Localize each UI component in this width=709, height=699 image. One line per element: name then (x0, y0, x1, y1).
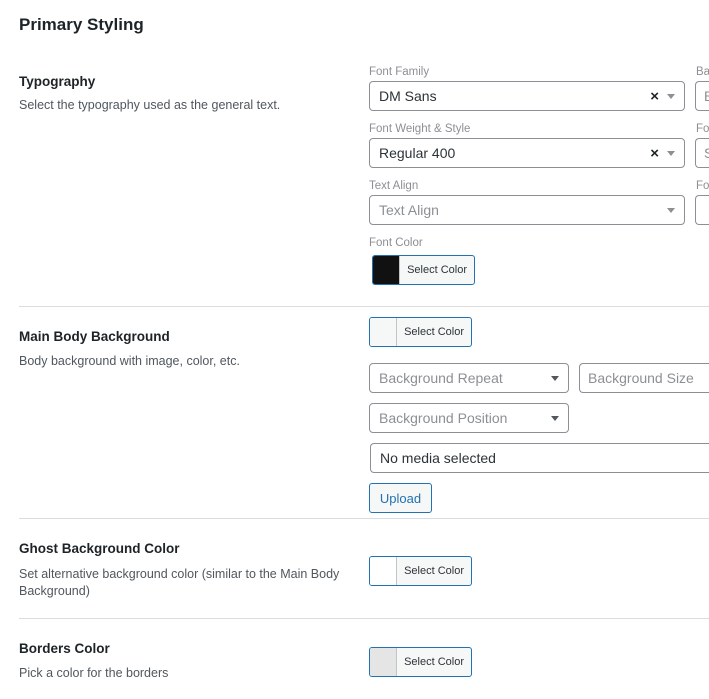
main-body-background-title: Main Body Background (19, 329, 170, 344)
upload-button[interactable]: Upload (369, 483, 432, 513)
background-repeat-select[interactable]: Background Repeat (369, 363, 569, 393)
borders-color-description: Pick a color for the borders (19, 666, 169, 680)
right-col-input-1-text: B (704, 88, 709, 104)
text-align-label: Text Align (369, 180, 419, 192)
ghost-background-button-label: Select Color (404, 565, 464, 577)
media-input-value: No media selected (380, 450, 496, 466)
right-col-label-1: Ba (696, 66, 709, 78)
right-col-input-3[interactable] (695, 195, 709, 225)
background-size-placeholder: Background Size (588, 370, 694, 386)
background-size-select[interactable]: Background Size (579, 363, 709, 393)
ghost-background-swatch (370, 557, 398, 585)
ghost-background-title: Ghost Background Color (19, 541, 180, 556)
chevron-down-icon (551, 415, 559, 421)
body-background-color-picker[interactable]: Select Color (369, 317, 472, 347)
media-input[interactable]: No media selected (370, 443, 709, 473)
font-color-button-label: Select Color (407, 264, 467, 276)
font-family-select[interactable]: DM Sans × (369, 81, 685, 111)
borders-color-button-label: Select Color (404, 656, 464, 668)
right-col-label-3: Fo (696, 180, 709, 192)
font-color-label: Font Color (369, 237, 423, 249)
font-color-swatch (373, 256, 401, 284)
borders-color-picker[interactable]: Select Color (369, 647, 472, 677)
right-col-input-1[interactable]: B (695, 81, 709, 111)
background-position-select[interactable]: Background Position (369, 403, 569, 433)
ghost-background-color-picker[interactable]: Select Color (369, 556, 472, 586)
background-repeat-placeholder: Background Repeat (379, 370, 503, 386)
background-position-placeholder: Background Position (379, 410, 508, 426)
borders-color-swatch (370, 648, 398, 676)
font-family-value: DM Sans (379, 88, 437, 104)
ghost-background-description: Set alternative background color (simila… (19, 567, 340, 598)
divider (19, 306, 709, 307)
font-weight-value: Regular 400 (379, 145, 456, 161)
font-color-picker[interactable]: Select Color (372, 255, 475, 285)
text-align-placeholder: Text Align (379, 202, 439, 218)
text-align-select[interactable]: Text Align (369, 195, 685, 225)
typography-description: Select the typography used as the genera… (19, 98, 281, 112)
chevron-down-icon (667, 150, 675, 156)
clear-icon[interactable]: × (650, 88, 659, 105)
font-weight-label: Font Weight & Style (369, 123, 471, 135)
divider (19, 618, 709, 619)
body-background-swatch (370, 318, 398, 346)
right-col-input-2-text: S (704, 145, 709, 161)
right-col-label-2: Fo (696, 123, 709, 135)
main-body-background-description: Body background with image, color, etc. (19, 354, 240, 368)
borders-color-title: Borders Color (19, 641, 110, 656)
chevron-down-icon (551, 375, 559, 381)
font-family-label: Font Family (369, 66, 430, 78)
clear-icon[interactable]: × (650, 145, 659, 162)
right-col-input-2[interactable]: S (695, 138, 709, 168)
divider (19, 518, 709, 519)
font-weight-select[interactable]: Regular 400 × (369, 138, 685, 168)
chevron-down-icon (667, 207, 675, 213)
chevron-down-icon (667, 93, 675, 99)
body-background-button-label: Select Color (404, 326, 464, 338)
typography-title: Typography (19, 74, 96, 89)
page-title: Primary Styling (19, 15, 144, 34)
